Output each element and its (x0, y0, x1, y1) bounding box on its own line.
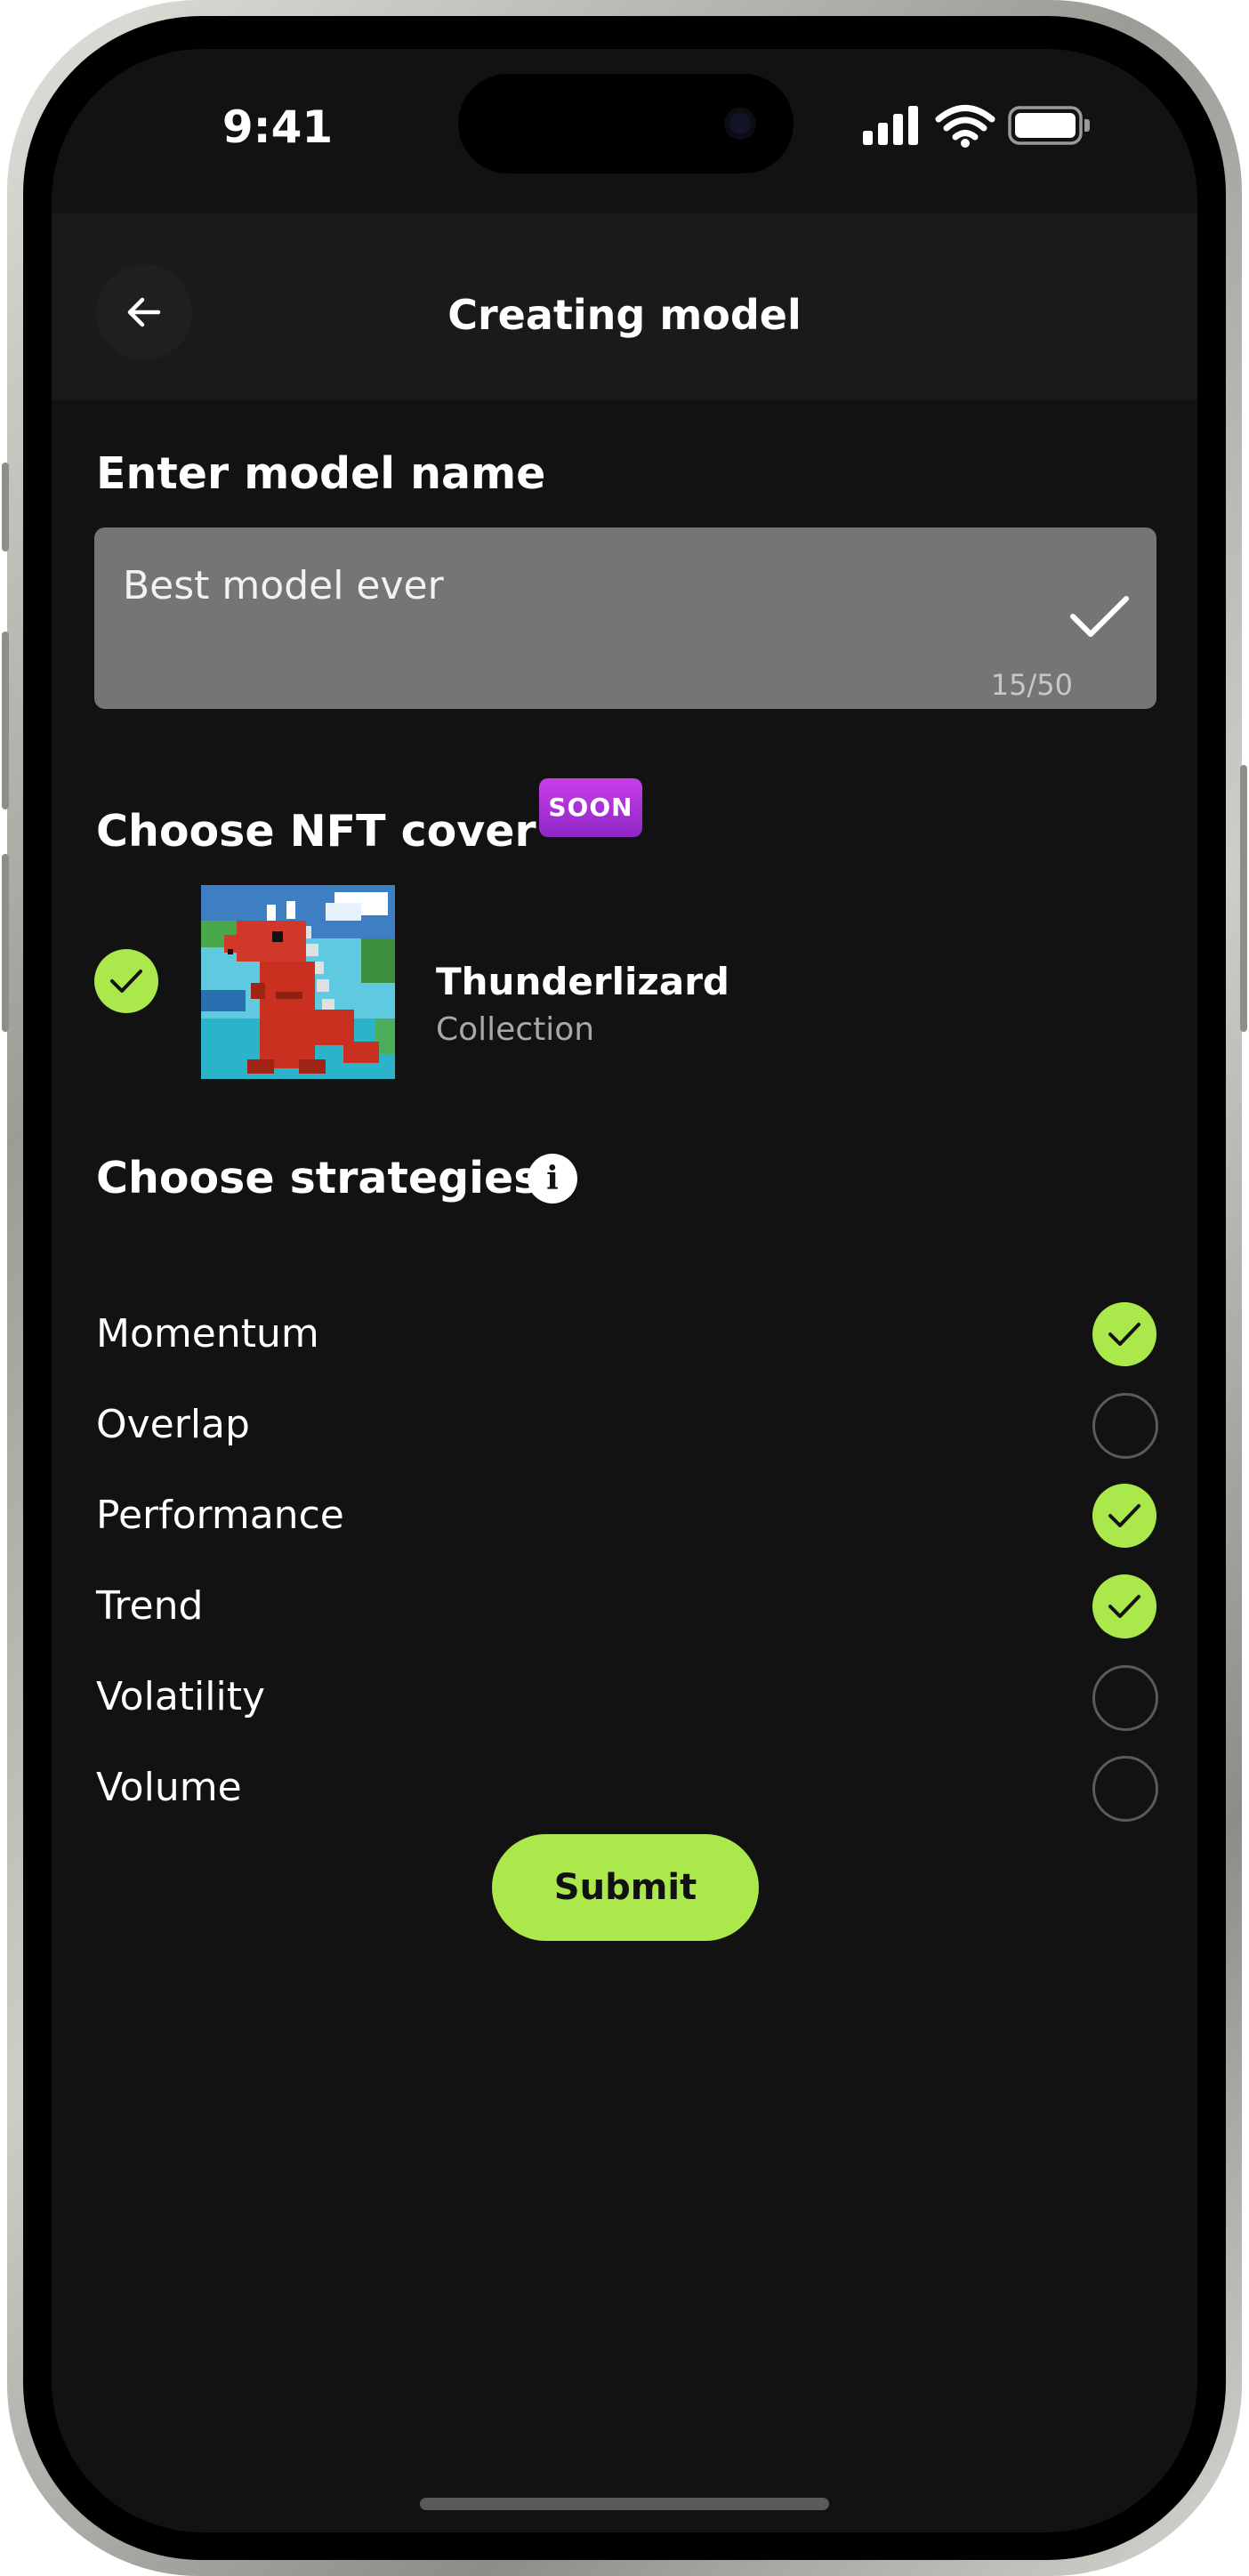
soon-badge: SOON (539, 778, 642, 837)
strategy-checkbox-checked[interactable] (1092, 1484, 1156, 1548)
check-icon (1108, 1323, 1140, 1346)
status-time: 9:41 (222, 101, 334, 153)
cellular-signal-icon (863, 106, 918, 145)
nft-name: Thunderlizard (436, 960, 729, 1003)
strategy-checkbox-unchecked[interactable] (1092, 1756, 1158, 1822)
strategy-label: Volatility (96, 1674, 266, 1719)
volume-up-button (2, 632, 9, 809)
power-button (1240, 765, 1247, 1032)
strategies-heading: Choose strategies (96, 1153, 540, 1203)
nft-subtitle: Collection (436, 1011, 595, 1048)
model-name-heading: Enter model name (96, 448, 546, 499)
submit-button[interactable]: Submit (492, 1834, 759, 1941)
strategy-label: Performance (96, 1493, 344, 1538)
volume-down-button (2, 854, 9, 1032)
page-title: Creating model (447, 291, 802, 339)
strategy-checkbox-unchecked[interactable] (1092, 1665, 1158, 1731)
strategy-label: Trend (96, 1583, 204, 1629)
character-counter: 15/50 (990, 668, 1073, 702)
nft-selected-check[interactable] (94, 949, 158, 1013)
strategy-checkbox-checked[interactable] (1092, 1302, 1156, 1366)
check-icon (1108, 1504, 1140, 1527)
model-name-value[interactable]: Best model ever (123, 561, 444, 611)
strategy-label: Overlap (96, 1402, 250, 1447)
home-indicator[interactable] (420, 2498, 829, 2510)
battery-icon (1008, 106, 1090, 145)
dynamic-island (458, 74, 794, 173)
strategy-checkbox-unchecked[interactable] (1092, 1393, 1158, 1459)
app-screen: 9:41 Creating model Enter model name Bes… (52, 49, 1197, 2532)
strategy-label: Momentum (96, 1311, 319, 1356)
wifi-dot (961, 139, 970, 148)
strategy-label: Volume (96, 1765, 242, 1810)
action-button (2, 463, 9, 551)
thunderlizard-image (201, 885, 395, 1079)
check-icon (1108, 1595, 1140, 1618)
top-app-bar: Creating model (52, 213, 1197, 400)
model-name-input[interactable]: Best model ever 15/50 (94, 527, 1156, 709)
info-icon[interactable]: i (528, 1154, 577, 1203)
wifi-icon (935, 105, 995, 141)
front-camera (724, 108, 756, 140)
nft-cover-heading: Choose NFT cover (96, 806, 536, 857)
status-icons (863, 105, 1090, 148)
strategy-checkbox-checked[interactable] (1092, 1574, 1156, 1638)
check-icon[interactable] (1068, 592, 1132, 641)
check-icon (110, 970, 142, 993)
